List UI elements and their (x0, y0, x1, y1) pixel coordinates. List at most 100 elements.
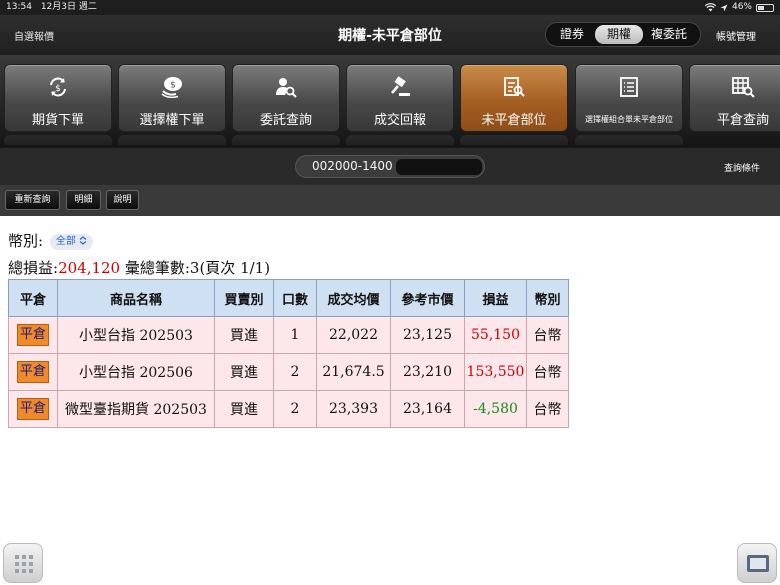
app-window: 13:54 12月3日 週二 46% 自選報價 期權-未平倉部位 證券 期權 複… (0, 0, 780, 585)
currency-select[interactable]: 全部 (49, 234, 94, 250)
close-cell: 平倉 (8, 353, 58, 391)
toolbar-label: 選擇權下單 (139, 113, 205, 128)
toolbar-reflection (118, 135, 226, 145)
total-pl-value: 204,120 (58, 259, 121, 277)
qty-cell: 1 (273, 316, 317, 354)
grid-menu-button[interactable] (3, 543, 43, 583)
close-position-button[interactable]: 平倉 (16, 324, 49, 346)
toolbar-label: 成交回報 (373, 113, 426, 128)
chevron-updown-icon (79, 236, 87, 245)
col-side: 買賣別 (214, 279, 274, 317)
location-icon (720, 4, 728, 11)
avg-price-cell: 21,674.5 (316, 353, 391, 391)
product-cell: 微型臺指期貨 202503 (57, 390, 215, 428)
coin-stack-icon: $ (161, 77, 182, 98)
window-icon (747, 555, 769, 572)
battery-level (758, 5, 764, 10)
grid-search-icon (732, 77, 755, 98)
table-header-row: 平倉 商品名稱 買賣別 口數 成交均價 參考市價 損益 幣別 (8, 279, 569, 317)
pl-cell: -4,580 (464, 390, 527, 428)
toolbar-combo-open-positions[interactable]: 選擇權組合單未平倉部位 (575, 64, 683, 132)
segment-securities[interactable]: 證券 (549, 25, 595, 44)
status-time: 13:54 (6, 2, 32, 12)
svg-text:$: $ (55, 84, 61, 94)
close-cell: 平倉 (8, 316, 58, 354)
toolbar-close-inquiry[interactable]: 平倉查詢 (689, 64, 780, 132)
summary-line: 總損益:204,120 彙總筆數:3(頁次 1/1) (8, 257, 270, 278)
toolbar-order-inquiry[interactable]: 委託查詢 (232, 64, 340, 132)
grid-menu-icon (15, 555, 33, 573)
segment-sub-brokerage[interactable]: 複委託 (643, 25, 695, 44)
positions-table: 平倉 商品名稱 買賣別 口數 成交均價 參考市價 損益 幣別 平倉 小型台指 2… (8, 279, 569, 428)
action-bar: 重新查詢 明細 說明 (0, 185, 780, 216)
col-pl: 損益 (464, 279, 527, 317)
table-row: 平倉 小型台指 202503 買進 1 22,022 23,125 55,150… (8, 316, 569, 354)
status-bar: 13:54 12月3日 週二 46% (0, 0, 780, 15)
toolbar-reflection (346, 135, 454, 145)
detail-button[interactable]: 明細 (66, 190, 101, 210)
currency-value: 全部 (55, 236, 76, 247)
nav-bar: 自選報價 期權-未平倉部位 證券 期權 複委託 帳號管理 (0, 15, 780, 55)
col-currency: 幣別 (526, 279, 569, 317)
gavel-icon (391, 76, 410, 96)
pl-cell: 55,150 (464, 316, 527, 354)
col-avg-price: 成交均價 (316, 279, 391, 317)
battery-icon (756, 3, 774, 12)
document-search-icon (504, 77, 525, 97)
account-selector[interactable]: 002000-1400 (295, 155, 485, 178)
table-row: 平倉 微型臺指期貨 202503 買進 2 23,393 23,164 -4,5… (8, 390, 569, 428)
toolbar-label: 平倉查詢 (716, 113, 769, 128)
currency-cell: 台幣 (526, 390, 569, 428)
currency-cell: 台幣 (526, 316, 569, 354)
toolbar-open-positions[interactable]: 未平倉部位 (460, 64, 568, 132)
pl-cell: 153,550 (464, 353, 527, 391)
status-right: 46% (704, 0, 774, 15)
currency-label: 幣別: (8, 232, 44, 250)
favorites-quote-link[interactable]: 自選報價 (14, 28, 54, 43)
toolbar-reflection (460, 135, 568, 145)
close-position-button[interactable]: 平倉 (16, 398, 49, 420)
help-button[interactable]: 說明 (106, 190, 139, 210)
side-cell: 買進 (214, 390, 274, 428)
dollar-refresh-icon: $ (50, 77, 66, 97)
account-number: 002000-1400 (312, 159, 393, 173)
toolbar-label: 選擇權組合單未平倉部位 (585, 115, 673, 124)
function-toolbar: $ 期貨下單 $ 選擇權下單 委託查詢 成交回報 未平倉部位 選擇權組合單未平倉… (0, 55, 780, 147)
person-search-icon (276, 78, 297, 98)
avg-price-cell: 22,022 (316, 316, 391, 354)
svg-text:$: $ (170, 81, 176, 91)
side-cell: 買進 (214, 353, 274, 391)
toolbar-label: 期貨下單 (31, 113, 84, 128)
query-conditions-link[interactable]: 查詢條件 (724, 161, 760, 174)
qty-cell: 2 (273, 353, 317, 391)
list-document-icon (620, 77, 638, 97)
segment-futures-options[interactable]: 期權 (595, 25, 643, 44)
positions-content: 幣別: 全部 總損益:204,120 彙總筆數:3(頁次 1/1) 平倉 商品名… (0, 216, 780, 585)
ref-price-cell: 23,164 (390, 390, 465, 428)
col-product: 商品名稱 (57, 279, 215, 317)
toolbar-futures-order[interactable]: $ 期貨下單 (4, 64, 112, 132)
toolbar-options-order[interactable]: $ 選擇權下單 (118, 64, 226, 132)
record-count: 彙總筆數:3(頁次 1/1) (120, 259, 271, 277)
window-button[interactable] (737, 543, 777, 583)
close-position-button[interactable]: 平倉 (16, 361, 49, 383)
wifi-icon (704, 3, 716, 12)
qty-cell: 2 (273, 390, 317, 428)
redaction-mask (396, 159, 482, 175)
toolbar-reflection (575, 135, 683, 145)
ref-price-cell: 23,210 (390, 353, 465, 391)
toolbar-label: 未平倉部位 (481, 113, 547, 128)
close-cell: 平倉 (8, 390, 58, 428)
status-date: 12月3日 週二 (40, 2, 97, 12)
col-close: 平倉 (8, 279, 58, 317)
total-pl-label: 總損益: (8, 259, 59, 277)
col-qty: 口數 (273, 279, 317, 317)
toolbar-reflection (4, 135, 112, 145)
avg-price-cell: 23,393 (316, 390, 391, 428)
toolbar-trade-report[interactable]: 成交回報 (346, 64, 454, 132)
refresh-button[interactable]: 重新查詢 (5, 190, 60, 210)
table-row: 平倉 小型台指 202506 買進 2 21,674.5 23,210 153,… (8, 353, 569, 391)
account-management-link[interactable]: 帳號管理 (716, 28, 756, 43)
side-cell: 買進 (214, 316, 274, 354)
toolbar-label: 委託查詢 (259, 113, 312, 128)
